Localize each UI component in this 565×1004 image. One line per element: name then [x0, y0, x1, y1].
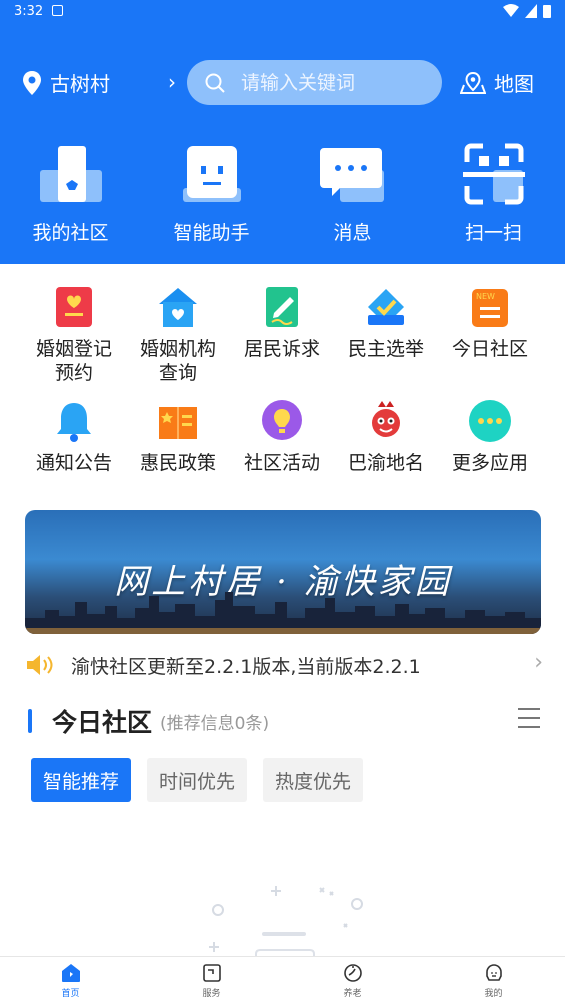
- appeal-icon: [260, 285, 304, 329]
- section-accent-bar: [28, 709, 32, 733]
- location-selector[interactable]: 古树村: [22, 68, 110, 97]
- bottom-tab-bar: 首页 服务 养老 我的: [0, 956, 565, 1004]
- quick-messages[interactable]: 消息: [282, 140, 423, 250]
- profile-icon: [485, 964, 502, 981]
- battery-icon: [543, 5, 551, 18]
- header: 3:32 古树村 › 地图 我的社区 智能助手: [0, 0, 565, 264]
- tab-elderly[interactable]: 养老: [282, 957, 423, 1004]
- tab-label: 服务: [202, 989, 221, 999]
- grid-item-more-apps[interactable]: 更多应用: [438, 399, 542, 475]
- section-header: 今日社区 (推荐信息0条): [28, 704, 540, 738]
- marriage-register-icon: [52, 285, 96, 329]
- promo-banner[interactable]: 网上村居 · 渝快家园: [25, 510, 541, 634]
- election-icon: [364, 285, 408, 329]
- scan-icon: [459, 140, 529, 208]
- grid-label: 巴渝地名: [347, 452, 424, 474]
- location-name: 古树村: [50, 72, 110, 96]
- quick-label: 消息: [333, 222, 372, 244]
- grid-item-appeal[interactable]: 居民诉求: [230, 285, 334, 385]
- system-icons: [503, 4, 551, 18]
- tab-profile[interactable]: 我的: [423, 957, 564, 1004]
- activity-icon: [260, 399, 304, 443]
- function-grid: 婚姻登记 预约 婚姻机构 查询 居民诉求 民主选举 NEW 今日社区 通知公告 …: [22, 285, 542, 475]
- search-input[interactable]: [241, 71, 421, 94]
- tab-label: 我的: [484, 989, 503, 999]
- tab-service[interactable]: 服务: [141, 957, 282, 1004]
- home-icon: [61, 964, 80, 982]
- search-icon: [205, 73, 225, 93]
- filter-popularity[interactable]: 热度优先: [263, 758, 364, 802]
- signal-icon: [525, 4, 537, 18]
- elderly-icon: [343, 964, 362, 982]
- wifi-icon: [503, 4, 519, 17]
- quick-my-community[interactable]: 我的社区: [0, 140, 141, 250]
- search-bar[interactable]: [187, 60, 442, 105]
- status-time: 3:32: [14, 4, 44, 19]
- grid-item-election[interactable]: 民主选举: [334, 285, 438, 385]
- grid-row: 通知公告 惠民政策 社区活动 巴渝地名 更多应用: [22, 399, 542, 475]
- grid-label: 今日社区: [451, 338, 528, 360]
- quick-label: 扫一扫: [464, 222, 522, 244]
- grid-label: 通知公告: [35, 452, 112, 474]
- grid-item-marriage-agency[interactable]: 婚姻机构 查询: [126, 285, 230, 385]
- grid-item-today-community[interactable]: NEW 今日社区: [438, 285, 542, 385]
- grid-item-marriage-register[interactable]: 婚姻登记 预约: [22, 285, 126, 385]
- grid-item-place-names[interactable]: 巴渝地名: [334, 399, 438, 475]
- policy-icon: [156, 399, 200, 443]
- tab-label: 养老: [343, 989, 362, 999]
- message-icon: [318, 140, 388, 208]
- quick-scan[interactable]: 扫一扫: [423, 140, 564, 250]
- mascot-icon: [364, 399, 408, 443]
- grid-label: 社区活动: [243, 452, 320, 474]
- quick-actions: 我的社区 智能助手 消息 扫一扫: [0, 140, 565, 250]
- chevron-right-icon: ›: [534, 650, 543, 675]
- tab-home[interactable]: 首页: [0, 957, 141, 1004]
- grid-row: 婚姻登记 预约 婚姻机构 查询 居民诉求 民主选举 NEW 今日社区: [22, 285, 542, 385]
- speaker-icon: [27, 655, 53, 675]
- svg-text:NEW: NEW: [476, 292, 495, 301]
- grid-item-policy[interactable]: 惠民政策: [126, 399, 230, 475]
- today-community-icon: NEW: [468, 285, 512, 329]
- map-pin-icon: [460, 71, 486, 94]
- empty-state-illustration: [209, 886, 363, 958]
- notification-icon: [52, 5, 63, 16]
- status-bar: 3:32: [0, 0, 565, 24]
- grid-label: 惠民政策: [139, 452, 216, 474]
- update-notice[interactable]: 渝快社区更新至2.2.1版本,当前版本2.2.1 ›: [25, 648, 545, 682]
- my-community-icon: [36, 140, 106, 208]
- tab-label: 首页: [61, 989, 80, 999]
- grid-label: 民主选举: [347, 338, 424, 360]
- bell-icon: [52, 399, 96, 443]
- more-icon: [468, 399, 512, 443]
- grid-label: 婚姻机构 查询: [139, 338, 216, 384]
- quick-label: 智能助手: [173, 222, 250, 244]
- list-menu-icon[interactable]: [518, 708, 540, 730]
- location-chevron-icon[interactable]: ›: [168, 70, 176, 94]
- marriage-agency-icon: [156, 285, 200, 329]
- grid-label: 居民诉求: [243, 338, 320, 360]
- map-label: 地图: [494, 72, 534, 96]
- robot-icon: [177, 140, 247, 208]
- service-icon: [202, 964, 221, 982]
- grid-label: 婚姻登记 预约: [35, 338, 112, 384]
- map-button[interactable]: 地图: [460, 68, 534, 97]
- section-title: 今日社区: [52, 708, 153, 737]
- grid-label: 更多应用: [451, 452, 528, 474]
- filter-time[interactable]: 时间优先: [147, 758, 248, 802]
- grid-item-notice[interactable]: 通知公告: [22, 399, 126, 475]
- quick-label: 我的社区: [32, 222, 109, 244]
- section-subtitle: (推荐信息0条): [160, 713, 270, 734]
- grid-item-activity[interactable]: 社区活动: [230, 399, 334, 475]
- filter-smart[interactable]: 智能推荐: [31, 758, 132, 802]
- location-pin-icon: [23, 70, 41, 95]
- filter-tabs: 智能推荐 时间优先 热度优先: [31, 758, 364, 802]
- notice-text: 渝快社区更新至2.2.1版本,当前版本2.2.1: [71, 655, 421, 678]
- quick-assistant[interactable]: 智能助手: [141, 140, 282, 250]
- city-skyline-image: [25, 592, 541, 634]
